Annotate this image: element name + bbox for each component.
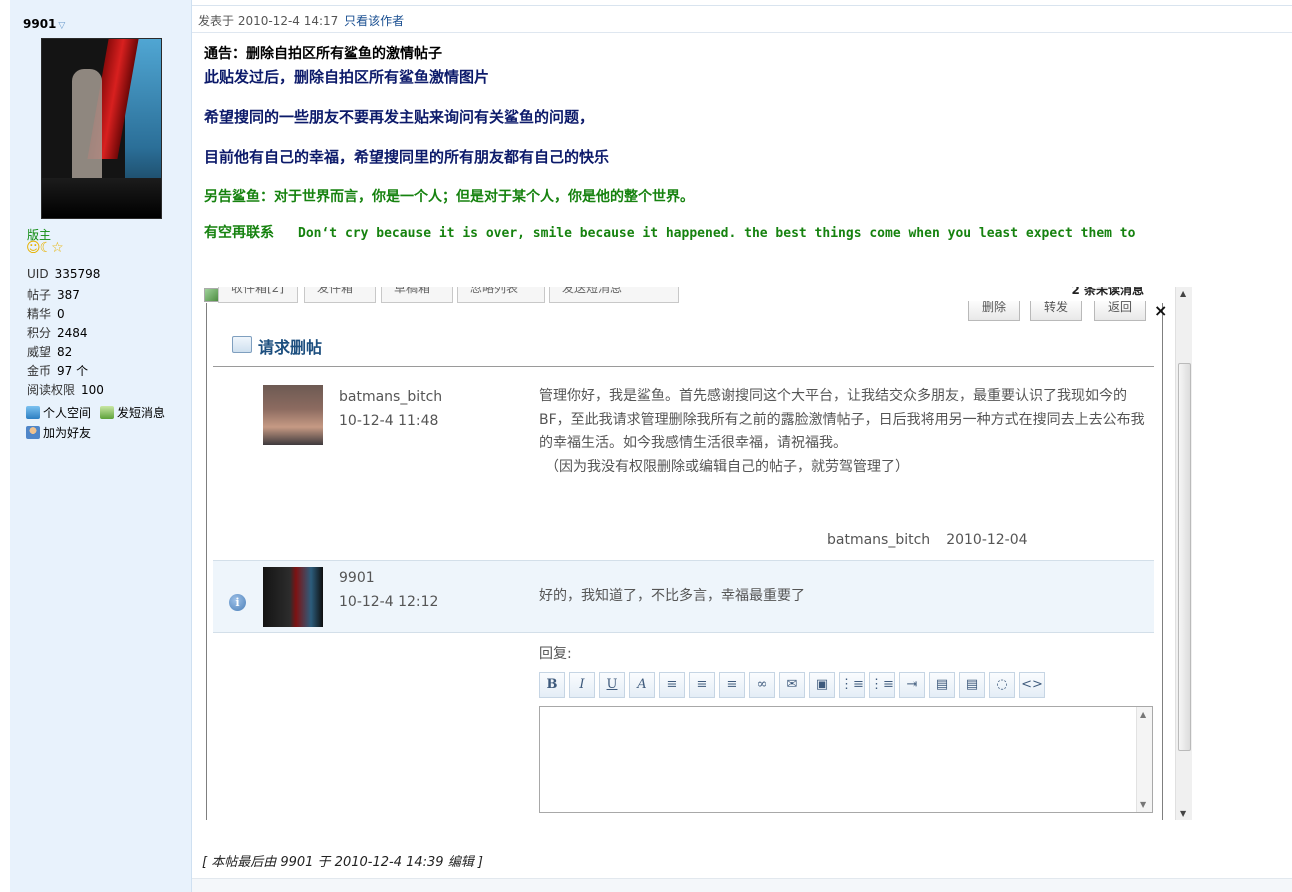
bottom-divider <box>192 878 1292 892</box>
stat-prestige: 威望 82 <box>27 345 73 359</box>
sender-name: 9901 <box>339 570 375 586</box>
info-icon: i <box>229 594 246 611</box>
author-avatar[interactable] <box>41 38 162 219</box>
screenshot-tab: 发送短消息 <box>549 287 679 303</box>
avatar-floor <box>42 178 161 218</box>
image-insert-icon: ▣ <box>809 672 835 698</box>
unordered-list-icon: ⋮≡ <box>869 672 895 698</box>
embedded-screenshot[interactable]: 收件箱[2] 发件箱 草稿箱 忽略列表 发送短消息 2 条未读消息 删除 转发 … <box>204 287 1192 820</box>
screenshot-delete-button: 删除 <box>968 301 1020 321</box>
message-time: 10-12-4 12:12 <box>339 594 439 610</box>
sender-avatar <box>263 567 323 627</box>
message-icon <box>100 406 114 419</box>
email-icon: ✉ <box>779 672 805 698</box>
envelope-icon <box>232 336 252 353</box>
link-icon: ∞ <box>749 672 775 698</box>
message-signature: batmans_bitch 2010-12-04 <box>827 532 1028 548</box>
screenshot-tab: 发件箱 <box>304 287 376 303</box>
screenshot-title: 请求删帖 <box>258 338 323 357</box>
stat-gold: 金币 97 个 <box>27 364 89 378</box>
ordered-list-icon: ⋮≡ <box>839 672 865 698</box>
indent-icon: ⇥ <box>899 672 925 698</box>
screenshot-scrollbar: ▲ ▼ <box>1175 287 1192 820</box>
stat-digest: 精华 0 <box>27 307 65 321</box>
scrollbar-thumb <box>1178 363 1191 751</box>
add-friend-icon <box>26 426 40 439</box>
post-line: 有空再联系 Don‘t cry because it is over, smile… <box>204 225 1136 241</box>
screenshot-tab: 草稿箱 <box>381 287 453 303</box>
post-line: 另告鲨鱼：对于世界而言，你是一个人；但是对于某个人，你是他的整个世界。 <box>204 189 694 205</box>
screenshot-frame <box>1162 303 1163 820</box>
underline-icon: U <box>599 672 625 698</box>
font-color-icon: A <box>629 672 655 698</box>
screenshot-tab: 收件箱[2] <box>218 287 298 303</box>
textarea-scrollbar: ▲ ▼ <box>1136 707 1152 812</box>
reply-textarea: ▲ ▼ <box>539 706 1153 813</box>
post-line: 此贴发过后，删除自拍区所有鲨鱼激情图片 <box>204 68 490 86</box>
stat-points: 积分 2484 <box>27 326 88 340</box>
sender-avatar <box>263 385 323 445</box>
avatar-figure <box>72 69 102 189</box>
screenshot-back-button: 返回 <box>1094 301 1146 321</box>
sender-name: batmans_bitch <box>339 389 443 405</box>
home-icon <box>26 406 40 419</box>
stat-posts: 帖子 387 <box>27 288 80 302</box>
screenshot-forward-button: 转发 <box>1030 301 1082 321</box>
screenshot-frame <box>206 303 207 820</box>
align-right-icon: ≡ <box>719 672 745 698</box>
scroll-down-icon: ▼ <box>1140 800 1147 809</box>
stat-uid: UID 335798 <box>27 267 101 281</box>
author-only-link[interactable]: 只看该作者 <box>344 14 404 28</box>
author-name[interactable]: 9901 ▽ <box>23 17 65 31</box>
chevron-down-icon[interactable]: ▽ <box>58 21 65 31</box>
author-sidebar: 9901 ▽ 版主 ☺☾☆ UID 335798 帖子 387 精华 0 积分 2484 … <box>10 0 192 892</box>
message-text: 好的，我知道了，不比多言，幸福最重要了 <box>539 588 805 604</box>
italic-icon: I <box>569 672 595 698</box>
send-message-link[interactable]: 发短消息 <box>100 404 165 421</box>
editor-toolbar: B I U A ≡ ≡ ≡ ∞ ✉ ▣ ⋮≡ ⋮≡ ⇥ ▤ ▤ ◌ <> <box>539 672 1045 699</box>
post-timestamp: 发表于 2010-12-4 14:17 <box>198 14 339 28</box>
align-left-icon: ≡ <box>659 672 685 698</box>
bold-icon: B <box>539 672 565 698</box>
post-meta: 发表于 2010-12-4 14:17 只看该作者 <box>198 12 404 29</box>
close-icon: × <box>1154 301 1168 320</box>
post-line: 目前他有自己的幸福，希望搜同里的所有朋友都有自己的快乐 <box>204 148 610 166</box>
unread-count: 2 条未读消息 <box>1071 287 1144 297</box>
personal-space-link[interactable]: 个人空间 <box>26 404 91 421</box>
message-time: 10-12-4 11:48 <box>339 413 439 429</box>
rank-stars-icon: ☺☾☆ <box>26 240 64 256</box>
reply-label: 回复: <box>539 646 572 662</box>
add-friend-link[interactable]: 加为好友 <box>26 424 91 441</box>
stat-read-permission: 阅读权限 100 <box>27 383 104 397</box>
post-line: 希望搜同的一些朋友不要再发主贴来询问有关鲨鱼的问题， <box>204 108 595 126</box>
meta-divider <box>192 32 1292 33</box>
message-text: 管理你好，我是鲨鱼。首先感谢搜同这个大平台，让我结交众多朋友，最重要认识了我现如… <box>539 388 1145 475</box>
quote-icon: ◌ <box>989 672 1015 698</box>
top-divider <box>192 5 1292 6</box>
screenshot-tab: 忽略列表 <box>457 287 545 303</box>
float-right-icon: ▤ <box>959 672 985 698</box>
edited-note: [ 本帖最后由 9901 于 2010-12-4 14:39 编辑 ] <box>202 855 483 870</box>
float-left-icon: ▤ <box>929 672 955 698</box>
scroll-down-icon: ▼ <box>1180 809 1187 818</box>
align-center-icon: ≡ <box>689 672 715 698</box>
post-notice: 通告：删除自拍区所有鲨鱼的激情帖子 <box>204 46 442 62</box>
screenshot-divider <box>213 366 1154 367</box>
scroll-up-icon: ▲ <box>1180 289 1187 298</box>
code-icon: <> <box>1019 672 1045 698</box>
scroll-up-icon: ▲ <box>1140 710 1147 719</box>
